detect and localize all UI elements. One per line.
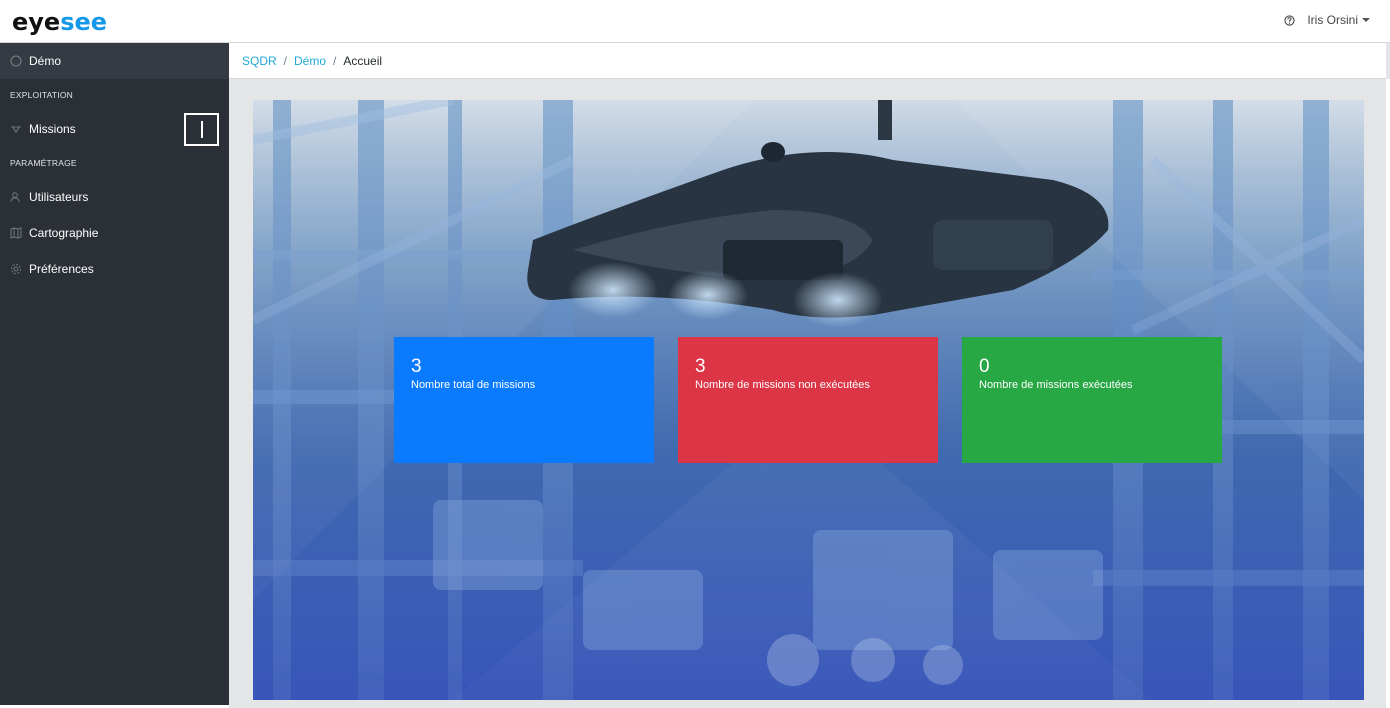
sidebar-item-label: Préférences: [29, 262, 94, 276]
help-circle-icon[interactable]: [1284, 14, 1295, 26]
users-icon: [10, 192, 20, 203]
top-navbar: eyesee Iris Orsini: [0, 0, 1390, 43]
breadcrumb: SQDR / Démo / Accueil: [229, 43, 1386, 79]
eyesee-logo[interactable]: eyesee: [12, 9, 107, 35]
sidebar-item-users[interactable]: Utilisateurs: [0, 179, 229, 215]
user-area: Iris Orsini: [1284, 13, 1370, 27]
breadcrumb-separator: /: [283, 53, 288, 68]
stat-card-pending-missions[interactable]: 3 Nombre de missions non exécutées: [678, 337, 938, 463]
scrollbar[interactable]: [1386, 79, 1390, 708]
stat-card-executed-missions[interactable]: 0 Nombre de missions exécutées: [962, 337, 1222, 463]
sidebar-item-label: Démo: [29, 54, 62, 68]
stat-value: 0: [979, 356, 990, 377]
sidebar-item-demo[interactable]: Démo: [0, 43, 229, 79]
sidebar-item-cartographie[interactable]: Cartographie: [0, 215, 229, 251]
main-content: SQDR / Démo / Accueil 3 Nombre total de …: [229, 43, 1390, 708]
sidebar-item-preferences[interactable]: Préférences: [0, 251, 229, 287]
circle-icon: [10, 55, 22, 67]
map-icon: [10, 227, 22, 239]
gear-icon: [11, 264, 21, 274]
stat-card-total-missions[interactable]: 3 Nombre total de missions: [394, 337, 654, 463]
stat-value: 3: [695, 356, 706, 377]
breadcrumb-link-demo[interactable]: Démo: [294, 54, 326, 68]
sidebar-item-label: Missions: [29, 122, 76, 136]
user-menu[interactable]: Iris Orsini: [1307, 13, 1358, 27]
stat-label: Nombre de missions exécutées: [979, 379, 1133, 391]
drone-icon: [11, 126, 21, 133]
sidebar-item-missions[interactable]: Missions: [0, 111, 229, 147]
stat-label: Nombre total de missions: [411, 379, 536, 391]
sidebar-section-exploitation: EXPLOITATION: [10, 90, 74, 100]
sidebar-item-label: Utilisateurs: [29, 190, 89, 204]
sidebar-item-label: Cartographie: [29, 226, 99, 240]
mission-toggle-button[interactable]: [184, 113, 219, 146]
sidebar: Démo EXPLOITATION Missions PARAMÉTRAGE U…: [0, 43, 229, 705]
chevron-down-icon[interactable]: [1362, 18, 1370, 22]
sidebar-section-parametrage: PARAMÉTRAGE: [10, 158, 77, 168]
breadcrumb-link-sqdr[interactable]: SQDR: [242, 54, 277, 68]
breadcrumb-current: Accueil: [343, 53, 383, 68]
breadcrumb-separator: /: [333, 53, 337, 68]
stat-value: 3: [411, 356, 422, 377]
bar-icon: [200, 121, 203, 138]
hero-banner: 3 Nombre total de missions 3 Nombre de m…: [253, 100, 1364, 700]
stat-label: Nombre de missions non exécutées: [695, 379, 870, 391]
